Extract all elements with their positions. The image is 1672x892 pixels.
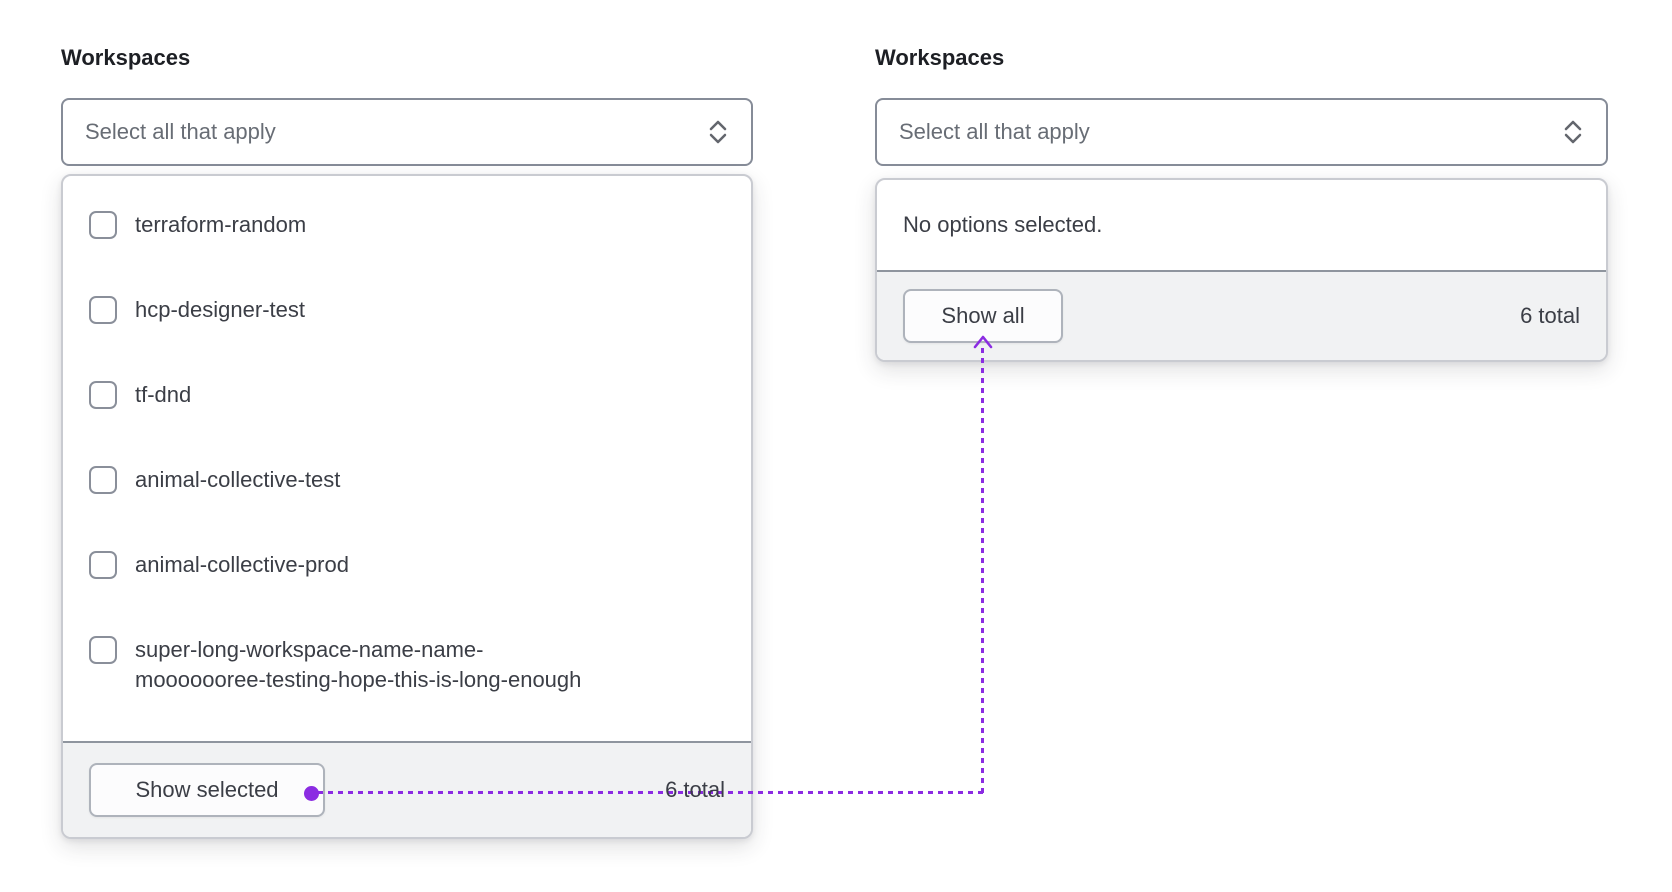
- checkbox-unchecked[interactable]: [89, 551, 117, 579]
- total-count: 6 total: [665, 777, 725, 802]
- select-trigger[interactable]: Select all that apply: [61, 98, 753, 166]
- option-label: terraform-random: [135, 212, 307, 237]
- checkbox-unchecked[interactable]: [89, 466, 117, 494]
- checkbox-unchecked[interactable]: [89, 296, 117, 324]
- option-row[interactable]: animal-collective-prod: [89, 550, 725, 580]
- option-row[interactable]: terraform-random: [89, 210, 725, 240]
- caret-up-down-icon: [709, 120, 727, 144]
- workspaces-field-right: Workspaces Select all that apply No opti…: [875, 44, 1608, 362]
- arrow-up-icon: [973, 335, 993, 349]
- options-list: terraform-random hcp-designer-test tf-dn…: [63, 176, 751, 741]
- select-trigger[interactable]: Select all that apply: [875, 98, 1608, 166]
- option-label: animal-collective-test: [135, 467, 341, 492]
- option-label: hcp-designer-test: [135, 297, 305, 322]
- checkbox-unchecked[interactable]: [89, 211, 117, 239]
- option-row[interactable]: tf-dnd: [89, 380, 725, 410]
- option-row[interactable]: hcp-designer-test: [89, 295, 725, 325]
- option-label: super-long-workspace-name-name-moooooore…: [135, 637, 582, 692]
- caret-up-down-icon: [1564, 120, 1582, 144]
- trigger-placeholder: Select all that apply: [899, 119, 1090, 144]
- option-row[interactable]: animal-collective-test: [89, 465, 725, 495]
- option-label: animal-collective-prod: [135, 552, 349, 577]
- workspaces-field-left: Workspaces Select all that apply terrafo…: [61, 44, 753, 839]
- checkbox-unchecked[interactable]: [89, 381, 117, 409]
- total-count: 6 total: [1520, 303, 1580, 328]
- empty-message: No options selected.: [903, 212, 1103, 237]
- field-label: Workspaces: [61, 45, 191, 70]
- annotation-line-vertical: [981, 348, 984, 794]
- dropdown-panel: terraform-random hcp-designer-test tf-dn…: [61, 174, 753, 839]
- field-label: Workspaces: [875, 45, 1005, 70]
- annotation-dot: [304, 786, 319, 801]
- trigger-placeholder: Select all that apply: [85, 119, 276, 144]
- option-label: tf-dnd: [135, 382, 192, 407]
- annotation-line-horizontal: [318, 791, 983, 794]
- panel-footer: Show selected 6 total: [63, 741, 751, 837]
- checkbox-unchecked[interactable]: [89, 636, 117, 664]
- show-selected-button[interactable]: Show selected: [89, 763, 325, 817]
- option-row[interactable]: super-long-workspace-name-name-moooooore…: [89, 635, 725, 695]
